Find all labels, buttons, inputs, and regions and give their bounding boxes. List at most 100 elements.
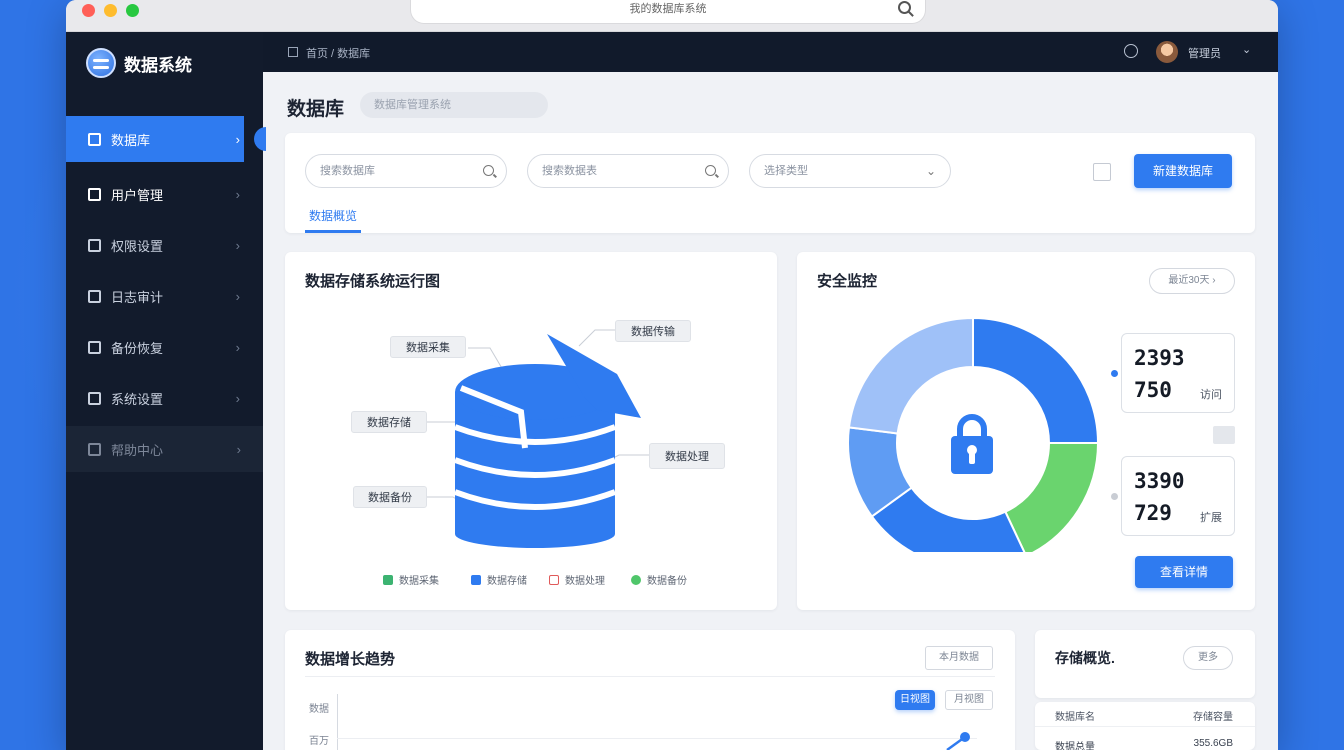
legend-item: 数据采集 — [383, 572, 439, 587]
close-window-button[interactable] — [82, 4, 95, 17]
table-search-placeholder: 搜索数据表 — [542, 165, 597, 177]
help-icon — [88, 442, 101, 456]
y-axis-line — [337, 694, 338, 750]
callout-mid-left: 数据存储 — [351, 411, 427, 433]
legend-label: 数据备份 — [647, 576, 687, 587]
table-search-input[interactable]: 搜索数据表 — [527, 154, 729, 188]
sidebar-item-database[interactable]: 数据库 › — [66, 116, 244, 162]
sidebar: 数据系统 数据库 › 用户管理 › 权限设置 › 日志审计 › 备份恢复 › 系… — [66, 32, 263, 750]
more-button[interactable]: 更多 — [1183, 646, 1233, 670]
view-details-button[interactable]: 查看详情 — [1135, 556, 1233, 588]
callout-top-left: 数据采集 — [390, 336, 466, 358]
trend-card: 数据增长趋势 本月数据 日视图 月视图 数据 百万 — [285, 630, 1015, 750]
search-icon[interactable] — [898, 1, 911, 14]
stat-unit: 扩展 — [1200, 512, 1222, 524]
security-donut-chart — [847, 316, 1097, 552]
lock-icon — [951, 414, 993, 474]
sidebar-item-label: 系统设置 — [111, 391, 164, 407]
stat-unit: 访问 — [1200, 389, 1222, 401]
legend-swatch — [631, 574, 641, 585]
legend-swatch — [549, 574, 559, 585]
log-icon — [88, 289, 101, 303]
sidebar-item-label: 日志审计 — [111, 289, 164, 305]
diagram-card: 数据存储系统运行图 数据采集 数据传输 数据存储 数据处理 数据备份 数据采集 … — [285, 252, 777, 610]
chevron-right-icon: › — [235, 390, 240, 406]
legend-swatch — [383, 574, 393, 585]
trend-card-title: 数据增长趋势 — [305, 651, 396, 668]
type-select-placeholder: 选择类型 — [764, 165, 808, 177]
chevron-right-icon: › — [235, 186, 240, 202]
main-content: 数据库 数据库管理系统 搜索数据库 搜索数据表 选择类型 ⌄ 新建数据库 数据概… — [263, 72, 1278, 750]
day-view-toggle[interactable]: 日视图 — [895, 690, 935, 710]
table-icon — [88, 132, 101, 146]
sidebar-item-help[interactable]: 帮助中心 › — [66, 426, 263, 472]
sidebar-item-label: 数据库 — [111, 132, 151, 148]
connector-dot — [1111, 493, 1118, 500]
title-bar: 我的数据库系统 — [66, 0, 1278, 32]
legend-item: 数据备份 — [631, 572, 687, 587]
column-header: 数据库名 — [1055, 712, 1095, 723]
brand-name: 数据系统 — [124, 55, 192, 75]
column-header: 存储容量 — [1193, 712, 1233, 723]
legend-item: 数据存储 — [471, 572, 527, 587]
legend-label: 数据采集 — [399, 576, 439, 587]
search-icon[interactable] — [483, 165, 494, 176]
sidebar-item-backup[interactable]: 备份恢复 › — [66, 324, 244, 370]
period-select-button[interactable]: 最近30天 › — [1149, 268, 1235, 294]
month-view-toggle[interactable]: 月视图 — [945, 690, 993, 710]
gridline — [337, 738, 977, 739]
table-cell: 数据总量 — [1055, 742, 1095, 750]
legend-swatch — [471, 574, 481, 585]
create-database-button[interactable]: 新建数据库 — [1134, 154, 1232, 188]
y-axis-label: 百万 — [309, 736, 329, 747]
legend-label: 数据存储 — [487, 576, 527, 587]
user-name[interactable]: 管理员 — [1188, 45, 1221, 61]
address-bar[interactable]: 我的数据库系统 — [410, 0, 926, 24]
sidebar-item-settings[interactable]: 系统设置 › — [66, 375, 244, 421]
chevron-down-icon[interactable]: ⌄ — [1242, 43, 1251, 56]
stat-value-bottom: 729 — [1134, 501, 1172, 525]
page-subtitle-pill: 数据库管理系统 — [360, 92, 548, 118]
select-all-checkbox[interactable] — [1093, 163, 1111, 181]
chevron-right-icon: › — [235, 237, 240, 253]
callout-bottom-left: 数据备份 — [353, 486, 427, 508]
address-text: 我的数据库系统 — [629, 3, 707, 15]
connector-dot — [1111, 370, 1118, 377]
range-select-button[interactable]: 本月数据 — [925, 646, 993, 670]
backup-icon — [88, 340, 101, 354]
minimize-window-button[interactable] — [104, 4, 117, 17]
database-search-placeholder: 搜索数据库 — [320, 165, 375, 177]
sidebar-item-label: 权限设置 — [111, 238, 164, 254]
avatar[interactable] — [1156, 41, 1178, 63]
sidebar-item-label: 帮助中心 — [111, 442, 164, 458]
storage-summary-card: 存储概览. 更多 — [1035, 630, 1255, 698]
sidebar-item-users[interactable]: 用户管理 › — [66, 171, 244, 217]
sidebar-item-logs[interactable]: 日志审计 › — [66, 273, 244, 319]
donut-segment-b — [1004, 442, 1097, 552]
period-select-label: 最近30天 — [1168, 275, 1210, 286]
breadcrumb: 首页 / 数据库 — [306, 48, 371, 60]
stat-value-top: 3390 — [1134, 469, 1185, 493]
menu-icon[interactable] — [288, 47, 298, 57]
divider — [1035, 726, 1255, 727]
callout-mid-right: 数据处理 — [649, 443, 725, 469]
shield-icon — [88, 238, 101, 252]
sidebar-item-permissions[interactable]: 权限设置 › — [66, 222, 244, 268]
database-search-input[interactable]: 搜索数据库 — [305, 154, 507, 188]
trend-line — [946, 732, 970, 750]
search-icon[interactable] — [705, 165, 716, 176]
security-card: 安全监控 最近30天 › 2393 750 访问 3390 729 扩展 查看详… — [797, 252, 1255, 610]
callout-top-right: 数据传输 — [615, 320, 691, 342]
divider — [305, 676, 995, 677]
chevron-right-icon: › — [235, 131, 240, 147]
maximize-window-button[interactable] — [126, 4, 139, 17]
notification-icon[interactable] — [1124, 44, 1138, 58]
y-axis-label: 数据 — [309, 704, 329, 715]
tab-overview[interactable]: 数据概览 — [309, 207, 357, 224]
brand[interactable]: 数据系统 — [86, 48, 192, 78]
expand-chip[interactable] — [1213, 426, 1235, 444]
type-select[interactable]: 选择类型 ⌄ — [749, 154, 951, 188]
users-icon — [88, 187, 101, 201]
chevron-right-icon: › — [235, 339, 240, 355]
browser-window: 我的数据库系统 首页 / 数据库 管理员 ⌄ 数据系统 数据库 › 用户管理 ›… — [66, 0, 1278, 750]
